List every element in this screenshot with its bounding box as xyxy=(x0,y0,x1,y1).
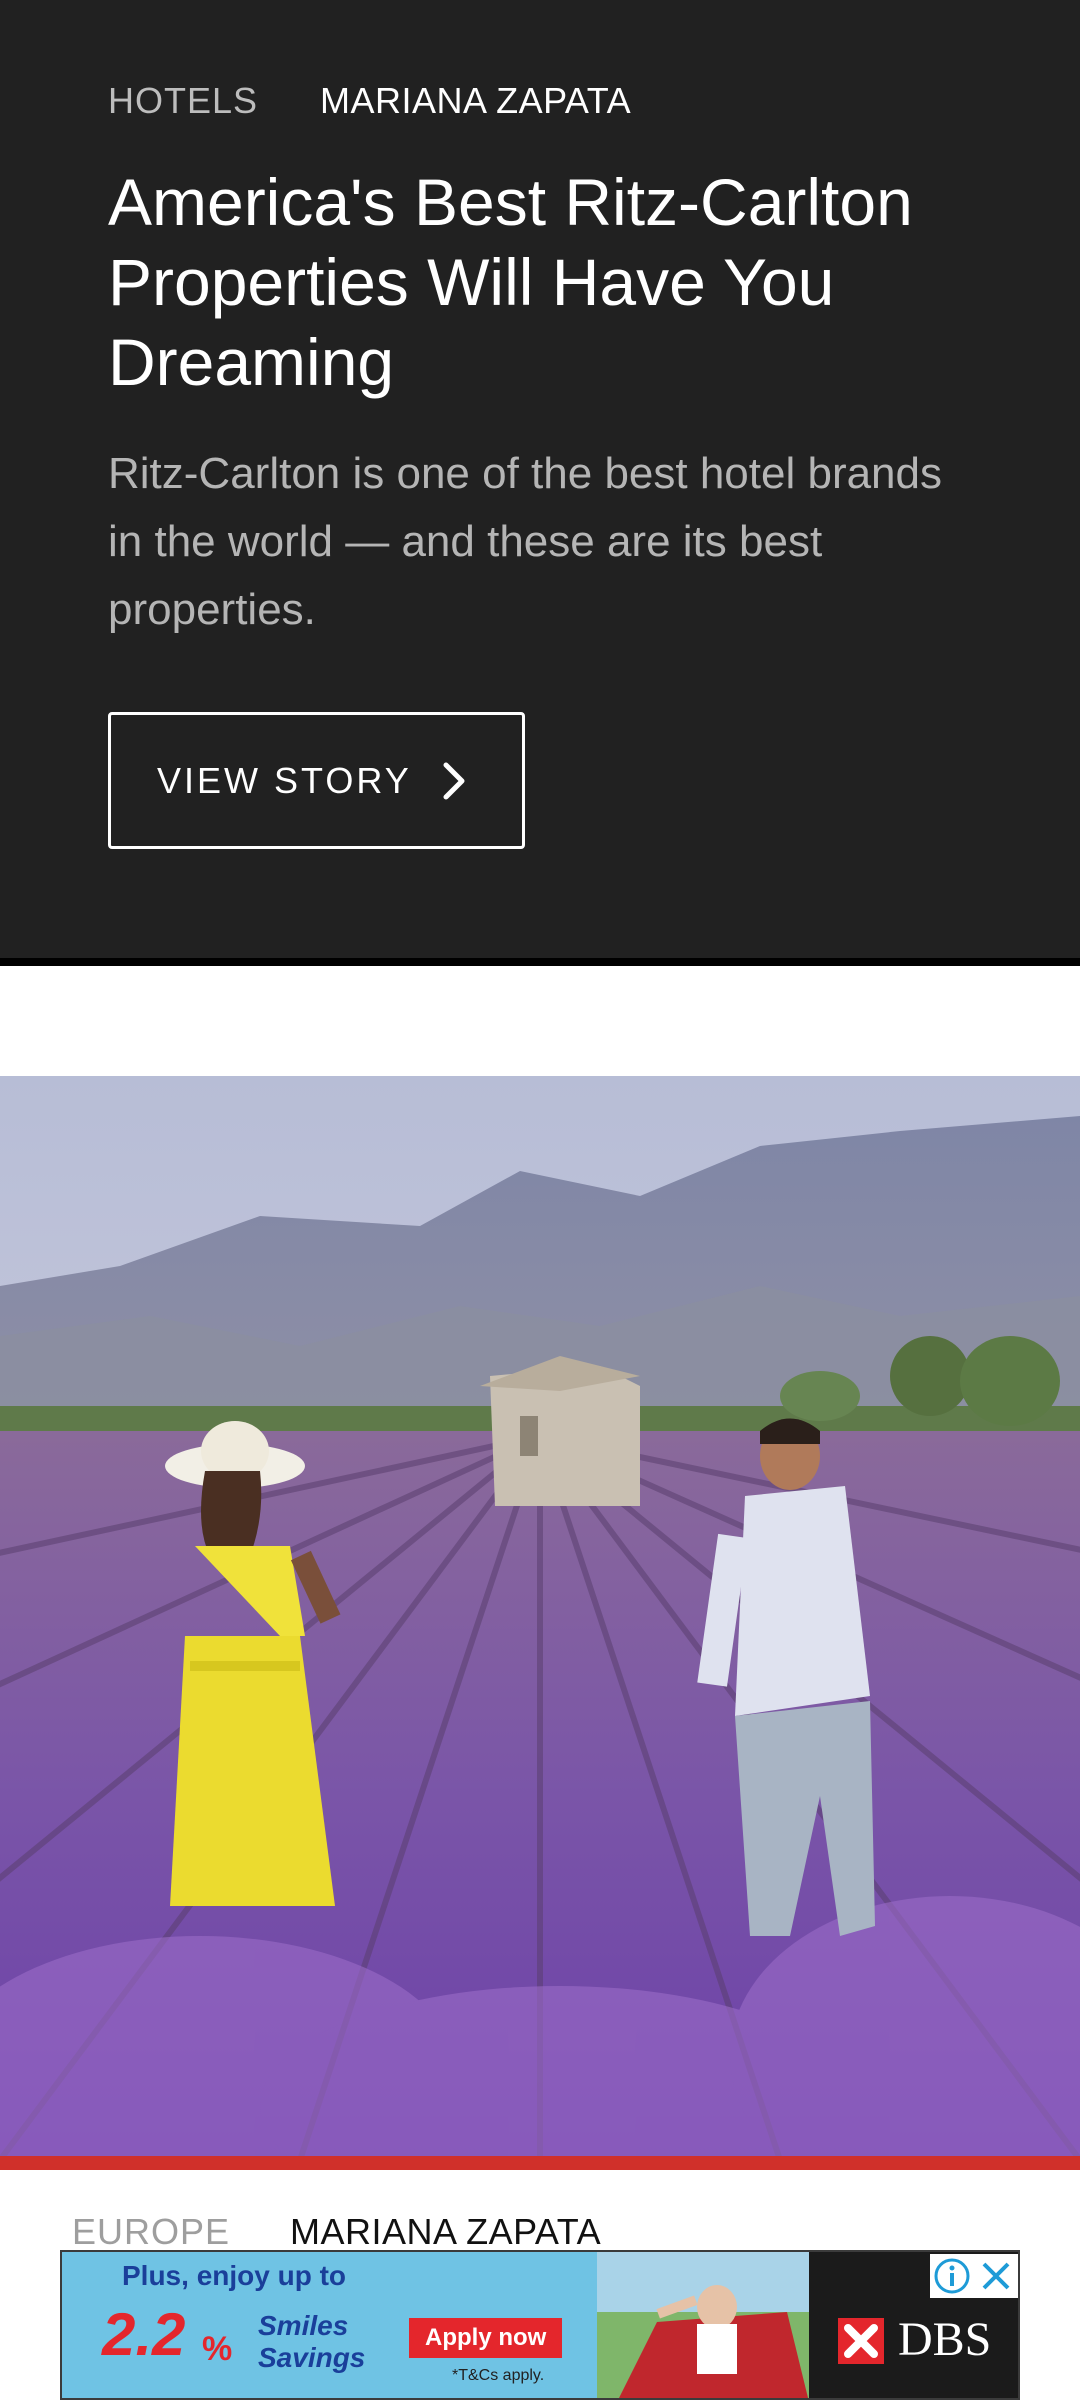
category-link[interactable]: HOTELS xyxy=(108,80,258,122)
ad-info-icon[interactable] xyxy=(930,2254,974,2298)
author-link[interactable]: MARIANA ZAPATA xyxy=(290,2211,601,2253)
ad-brand-name: DBS xyxy=(898,2313,992,2366)
ad-banner[interactable]: Plus, enjoy up to 2.2 % Smiles Savings A… xyxy=(60,2250,1020,2400)
next-story-meta: EUROPE MARIANA ZAPATA xyxy=(72,2208,601,2256)
accent-rule xyxy=(0,2156,1080,2170)
featured-story-card: HOTELS MARIANA ZAPATA America's Best Rit… xyxy=(0,0,1080,966)
chevron-right-icon xyxy=(443,762,465,799)
ad-line1: Plus, enjoy up to xyxy=(122,2260,347,2291)
ad-percent-symbol: % xyxy=(202,2330,233,2368)
view-story-button[interactable]: VIEW STORY xyxy=(108,712,525,849)
lavender-field-photo xyxy=(0,1076,1080,2160)
ad-photo xyxy=(597,2252,809,2398)
dbs-logo-icon xyxy=(838,2318,884,2364)
ad-smiles-text: Smiles Savings xyxy=(258,2310,366,2373)
author-link[interactable]: MARIANA ZAPATA xyxy=(320,80,631,122)
story-dek: Ritz-Carlton is one of the best hotel br… xyxy=(108,449,943,634)
story-headline[interactable]: America's Best Ritz-Carlton Properties W… xyxy=(108,162,968,402)
view-story-label: VIEW STORY xyxy=(157,759,412,801)
ad-percent: 2.2 xyxy=(102,2301,186,2368)
ad-close-icon[interactable] xyxy=(974,2254,1018,2298)
category-link[interactable]: EUROPE xyxy=(72,2211,230,2253)
story-meta: HOTELS MARIANA ZAPATA xyxy=(108,78,631,124)
hero-image[interactable] xyxy=(0,1076,1080,2160)
divider xyxy=(0,958,1080,966)
ad-terms: *T&Cs apply. xyxy=(452,2367,545,2384)
ad-apply-button[interactable]: Apply now xyxy=(409,2318,563,2358)
